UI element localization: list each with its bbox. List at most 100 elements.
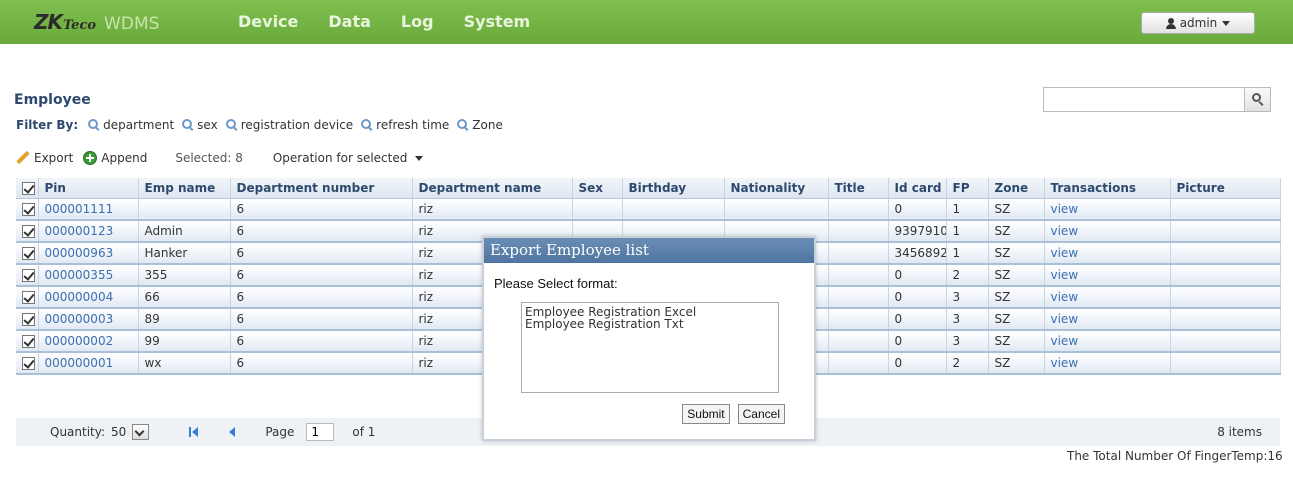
row-checkbox[interactable]: [22, 335, 35, 348]
row-select-cell[interactable]: [16, 220, 39, 243]
page-input[interactable]: [306, 423, 335, 441]
main-nav: Device Data Log System: [238, 12, 560, 31]
row-select-cell[interactable]: [16, 308, 39, 331]
column-header[interactable]: FP: [946, 178, 989, 199]
filter-sex[interactable]: sex: [182, 118, 218, 132]
table-cell-pin[interactable]: 000000123: [38, 220, 139, 243]
table-cell-trans[interactable]: view: [1044, 286, 1171, 309]
row-select-cell[interactable]: [16, 242, 39, 265]
row-select-cell[interactable]: [16, 264, 39, 287]
column-header[interactable]: Id card: [888, 178, 947, 199]
pin-link[interactable]: 000001111: [45, 202, 114, 216]
row-select-cell[interactable]: [16, 330, 39, 353]
column-header[interactable]: Zone: [988, 178, 1045, 199]
table-cell-trans[interactable]: view: [1044, 220, 1171, 243]
table-row[interactable]: 000001111 6 riz 0 1 SZ view: [16, 198, 1281, 221]
export-button[interactable]: Export: [16, 151, 73, 165]
filter-refresh-time[interactable]: refresh time: [361, 118, 449, 132]
column-header[interactable]: Title: [828, 178, 889, 199]
first-page-icon[interactable]: [189, 427, 199, 437]
column-header[interactable]: Picture: [1170, 178, 1281, 199]
pin-link[interactable]: 000000002: [45, 334, 114, 348]
column-header[interactable]: Sex: [572, 178, 623, 199]
table-cell-pin[interactable]: 000000002: [38, 330, 139, 353]
view-link[interactable]: view: [1051, 356, 1079, 370]
table-cell-pin[interactable]: 000000963: [38, 242, 139, 265]
format-option-txt[interactable]: Employee Registration Txt: [525, 318, 775, 330]
view-link[interactable]: view: [1051, 334, 1079, 348]
column-header[interactable]: Nationality: [724, 178, 829, 199]
table-cell-pin[interactable]: 000000004: [38, 286, 139, 309]
search-icon: [457, 119, 469, 131]
row-checkbox[interactable]: [22, 269, 35, 282]
column-header[interactable]: Transactions: [1044, 178, 1171, 199]
format-listbox[interactable]: Employee Registration Excel Employee Reg…: [521, 302, 779, 393]
row-checkbox[interactable]: [22, 357, 35, 370]
column-header[interactable]: Department number: [230, 178, 413, 199]
pin-link[interactable]: 000000355: [45, 268, 114, 282]
page-count: of 1: [352, 425, 376, 439]
operation-dropdown[interactable]: Operation for selected: [273, 151, 424, 165]
nav-device[interactable]: Device: [238, 12, 298, 31]
table-cell-zone: SZ: [988, 330, 1045, 353]
pin-link[interactable]: 000000123: [45, 224, 114, 238]
cancel-button[interactable]: Cancel: [737, 404, 785, 424]
table-cell-pin[interactable]: 000000355: [38, 264, 139, 287]
filter-registration-device[interactable]: registration device: [225, 118, 353, 132]
dialog-title[interactable]: Export Employee list: [484, 238, 814, 263]
table-cell-trans[interactable]: view: [1044, 352, 1171, 375]
column-header[interactable]: Department name: [412, 178, 573, 199]
filter-zone[interactable]: Zone: [457, 118, 503, 132]
row-checkbox[interactable]: [22, 247, 35, 260]
view-link[interactable]: view: [1051, 246, 1079, 260]
table-cell-trans[interactable]: view: [1044, 308, 1171, 331]
append-button[interactable]: Append: [83, 151, 147, 165]
pin-link[interactable]: 000000001: [45, 356, 114, 370]
nav-data[interactable]: Data: [328, 12, 371, 31]
table-cell-nationality: [724, 198, 829, 221]
table-cell-trans[interactable]: view: [1044, 264, 1171, 287]
view-link[interactable]: view: [1051, 290, 1079, 304]
logo-main: ZK: [34, 10, 63, 34]
row-select-cell[interactable]: [16, 286, 39, 309]
prev-page-icon[interactable]: [229, 427, 236, 437]
row-select-cell[interactable]: [16, 352, 39, 375]
pin-link[interactable]: 000000963: [45, 246, 114, 260]
filter-department[interactable]: department: [88, 118, 174, 132]
table-cell-zone: SZ: [988, 308, 1045, 331]
table-cell-title: [828, 264, 889, 287]
row-checkbox[interactable]: [22, 225, 35, 238]
view-link[interactable]: view: [1051, 202, 1079, 216]
panel-title: Employee: [14, 92, 91, 108]
table-cell-pin[interactable]: 000000003: [38, 308, 139, 331]
table-cell-id-card: 0: [888, 352, 947, 375]
user-menu-button[interactable]: admin: [1141, 12, 1255, 34]
brand-logo[interactable]: ZK Teco WDMS: [34, 10, 159, 36]
row-checkbox[interactable]: [22, 291, 35, 304]
row-checkbox[interactable]: [22, 202, 35, 216]
table-cell-trans[interactable]: view: [1044, 198, 1171, 221]
table-cell-trans[interactable]: view: [1044, 330, 1171, 353]
select-all-checkbox[interactable]: [22, 181, 35, 195]
view-link[interactable]: view: [1051, 224, 1079, 238]
quantity-select[interactable]: [132, 424, 150, 440]
table-cell-pin[interactable]: 000000001: [38, 352, 139, 375]
view-link[interactable]: view: [1051, 312, 1079, 326]
table-cell-pin[interactable]: 000001111: [38, 198, 139, 221]
row-select-cell[interactable]: [16, 198, 39, 221]
pin-link[interactable]: 000000003: [45, 312, 114, 326]
column-header[interactable]: Birthday: [622, 178, 725, 199]
column-header[interactable]: Pin: [38, 178, 139, 199]
nav-log[interactable]: Log: [401, 12, 434, 31]
page-label: Page: [265, 425, 295, 439]
search-button[interactable]: [1244, 88, 1270, 111]
submit-button[interactable]: Submit: [682, 404, 730, 424]
search-input[interactable]: [1044, 88, 1244, 111]
pin-link[interactable]: 000000004: [45, 290, 114, 304]
row-checkbox[interactable]: [22, 313, 35, 326]
view-link[interactable]: view: [1051, 268, 1079, 282]
column-header[interactable]: Emp name: [138, 178, 231, 199]
select-all-header[interactable]: [16, 178, 39, 199]
table-cell-trans[interactable]: view: [1044, 242, 1171, 265]
nav-system[interactable]: System: [464, 12, 531, 31]
